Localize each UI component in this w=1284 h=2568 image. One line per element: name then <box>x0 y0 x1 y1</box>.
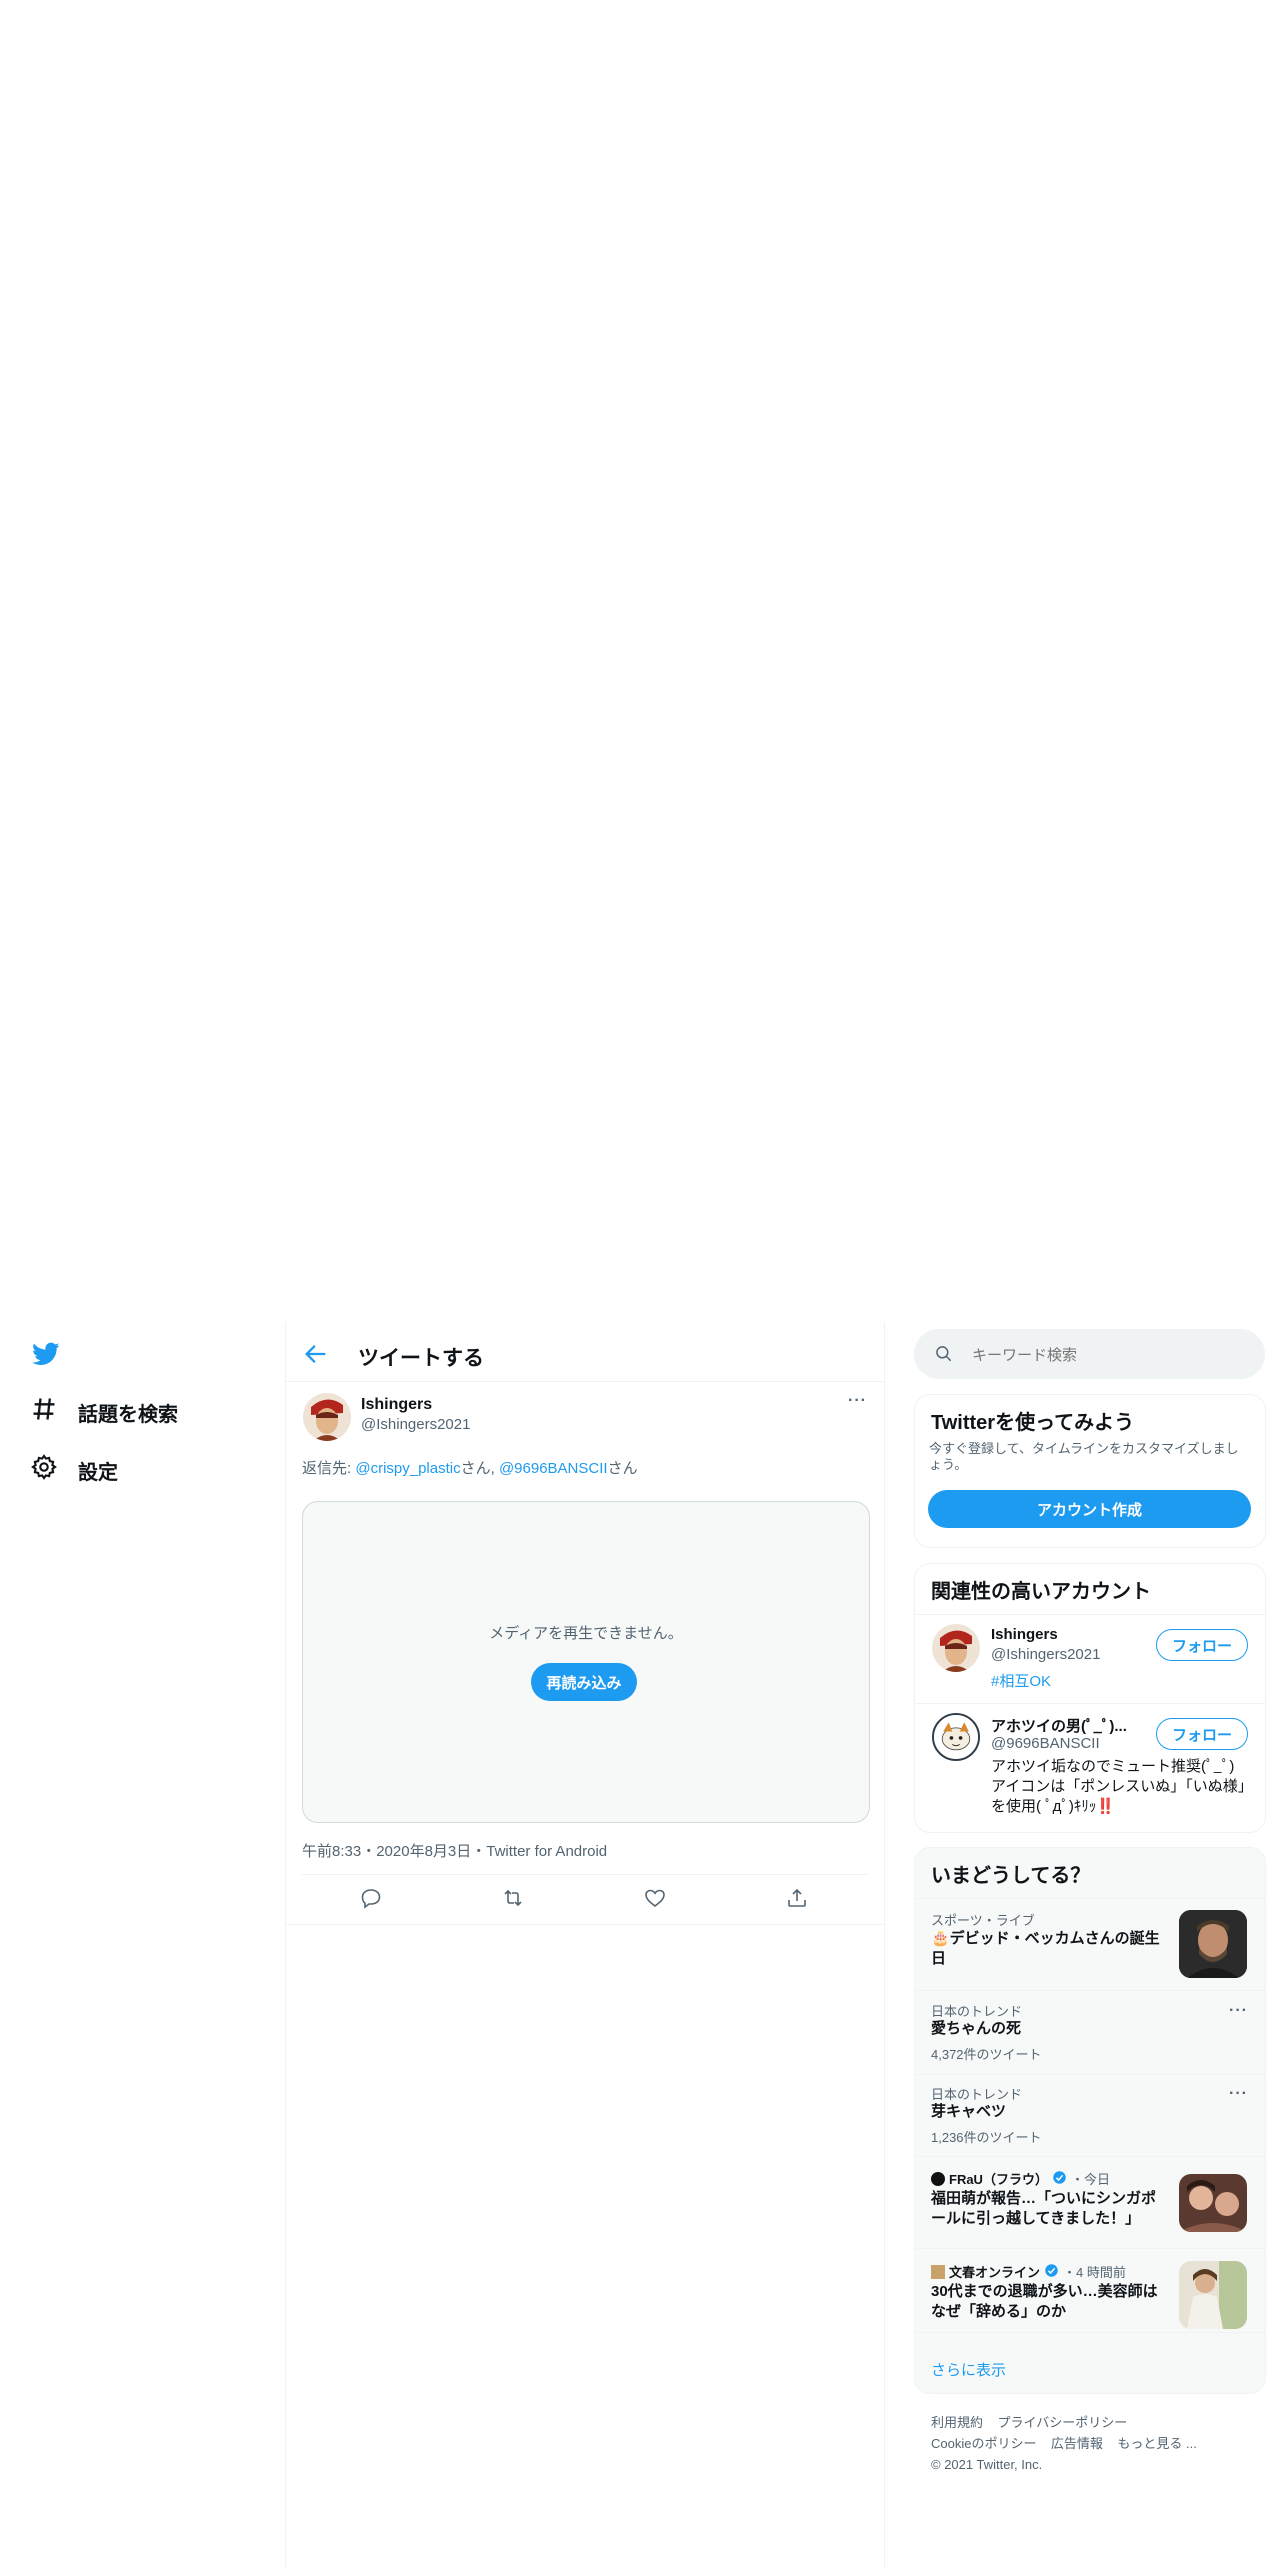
retweet-icon[interactable] <box>501 1886 529 1914</box>
tweet-author-name[interactable]: Ishingers <box>361 1396 432 1414</box>
signup-description: 今すぐ登録して、タイムラインをカスタマイズしましょう。 <box>929 1441 1239 1472</box>
create-account-button[interactable]: アカウント作成 <box>928 1490 1251 1528</box>
left-column-divider <box>285 1322 286 2568</box>
trend-title[interactable]: 芽キャベツ <box>931 2102 1006 2122</box>
trend-category: 日本のトレンド <box>931 2004 1023 2019</box>
actions-divider <box>286 1924 884 1925</box>
reload-label: 再読み込み <box>546 1674 622 1692</box>
avatar[interactable] <box>303 1393 351 1441</box>
reply-mention-1[interactable]: @crispy_plastic <box>355 1460 460 1477</box>
follow-label: フォロー <box>1171 1637 1232 1655</box>
trend-count: 1,236件のツイート <box>931 2130 1042 2145</box>
trend-title[interactable]: 福田萌が報告…「ついにシンガポールに引っ越してきました！」 <box>931 2189 1165 2229</box>
trend-title[interactable]: 🎂デビッド・ベッカムさんの誕生日 <box>931 1929 1165 1969</box>
create-account-label: アカウント作成 <box>1036 1501 1142 1519</box>
trend-title[interactable]: 愛ちゃんの死 <box>931 2019 1021 2039</box>
header-divider <box>286 1381 884 1382</box>
nav-explore-label: 話題を検索 <box>78 1403 178 1426</box>
show-more-link[interactable]: さらに表示 <box>931 2359 1006 2380</box>
footer-cookie-link[interactable]: Cookieのポリシー <box>931 2436 1036 2451</box>
avatar[interactable] <box>932 1624 980 1672</box>
footer-more-link[interactable]: もっと見る ... <box>1117 2436 1196 2451</box>
follow-label: フォロー <box>1171 1726 1232 1744</box>
share-icon[interactable] <box>785 1886 813 1914</box>
trend-thumbnail <box>1179 2174 1247 2232</box>
related-sep-1 <box>914 1614 1266 1615</box>
reload-button[interactable]: 再読み込み <box>531 1663 637 1701</box>
search-box[interactable] <box>914 1329 1265 1379</box>
related-account-handle-1[interactable]: @Ishingers2021 <box>991 1646 1100 1663</box>
reply-mention-2[interactable]: @9696BANSCII <box>499 1460 608 1477</box>
news-source-logo-icon <box>931 2264 945 2279</box>
news-time: ・今日 <box>1070 2172 1110 2187</box>
related-account-handle-2[interactable]: @9696BANSCII <box>991 1735 1100 1752</box>
follow-button[interactable]: フォロー <box>1156 1629 1248 1661</box>
trend-category: スポーツ・ライブ <box>931 1913 1035 1928</box>
trend-count: 4,372件のツイート <box>931 2047 1042 2062</box>
related-account-name-1[interactable]: Ishingers <box>991 1626 1058 1643</box>
verified-badge-icon <box>1052 2170 1067 2188</box>
trend-title[interactable]: 30代までの退職が多い…美容師はなぜ「辞める」のか <box>931 2282 1165 2322</box>
reply-to-line: 返信先: @crispy_plasticさん, @9696BANSCIIさん <box>302 1457 638 1478</box>
gear-icon <box>30 1453 58 1487</box>
related-account-bio-2: アホツイ垢なのでミュート推奨(ﾟ_ﾟ) アイコンは「ポンレスいぬ」「いぬ様」を使… <box>991 1758 1246 1815</box>
news-source-logo-icon <box>931 2171 945 2186</box>
like-icon[interactable] <box>643 1886 671 1914</box>
news-source-name: FRaU（フラウ） <box>949 2172 1048 2187</box>
trends-sep-5 <box>914 2332 1266 2333</box>
trend-thumbnail <box>1179 2261 1247 2329</box>
reply-prefix: 返信先: <box>302 1460 356 1477</box>
trend-thumbnail <box>1179 1910 1247 1978</box>
signup-title: Twitterを使ってみよう <box>931 1412 1135 1434</box>
nav-settings-label: 設定 <box>78 1461 118 1484</box>
footer-privacy-link[interactable]: プライバシーポリシー <box>997 2415 1127 2430</box>
nav-settings[interactable]: 設定 <box>30 1453 118 1487</box>
arrow-left-icon <box>305 1345 326 1363</box>
more-options-icon[interactable]: ··· <box>848 1392 867 1410</box>
nav-explore[interactable]: 話題を検索 <box>30 1395 178 1429</box>
news-source-name: 文春オンライン <box>949 2265 1041 2280</box>
related-account-bio-1[interactable]: #相互OK <box>991 1670 1051 1691</box>
page-title: ツイートする <box>358 1347 484 1370</box>
related-account-name-2[interactable]: アホツイの男(ﾟ_ﾟ)... <box>991 1715 1141 1736</box>
footer-copyright: © 2021 Twitter, Inc. <box>931 2457 1043 2472</box>
media-container <box>302 1501 870 1823</box>
footer-ads-link[interactable]: 広告情報 <box>1051 2436 1103 2451</box>
hashtag-icon <box>30 1395 58 1429</box>
related-sep-2 <box>914 1703 1266 1704</box>
follow-button[interactable]: フォロー <box>1156 1718 1248 1750</box>
related-accounts-title: 関連性の高いアカウント <box>931 1581 1151 1603</box>
twitter-logo-icon[interactable] <box>30 1340 62 1368</box>
meta-divider <box>302 1874 868 1875</box>
reply-suffix-1: さん, <box>460 1460 499 1477</box>
search-icon <box>936 1346 952 1362</box>
trends-title: いまどうしてる？ <box>931 1865 1091 1887</box>
tweet-author-handle[interactable]: @Ishingers2021 <box>361 1416 470 1433</box>
verified-badge-icon <box>1044 2263 1059 2281</box>
avatar[interactable] <box>932 1713 980 1761</box>
footer-links: 利用規約 プライバシーポリシー Cookieのポリシー 広告情報 もっと見る .… <box>931 2412 1251 2475</box>
news-time: ・4 時間前 <box>1063 2265 1126 2280</box>
back-button[interactable] <box>302 1340 330 1368</box>
media-error-text: メディアを再生できません。 <box>489 1625 683 1642</box>
reply-suffix-2: さん <box>607 1460 638 1477</box>
news-source-line: 文春オンライン ・4 時間前 <box>931 2262 1126 2281</box>
more-options-icon[interactable]: ··· <box>1229 2002 1248 2020</box>
reply-icon[interactable] <box>359 1886 387 1914</box>
center-column-divider <box>884 1322 885 2568</box>
trend-category: 日本のトレンド <box>931 2087 1023 2102</box>
news-source-line: FRaU（フラウ） ・今日 <box>931 2169 1110 2188</box>
tweet-timestamp[interactable]: 午前8:33・2020年8月3日・Twitter for Android <box>302 1840 607 1861</box>
search-input[interactable] <box>970 1342 1244 1368</box>
footer-terms-link[interactable]: 利用規約 <box>931 2415 983 2430</box>
more-options-icon[interactable]: ··· <box>1229 2085 1248 2103</box>
